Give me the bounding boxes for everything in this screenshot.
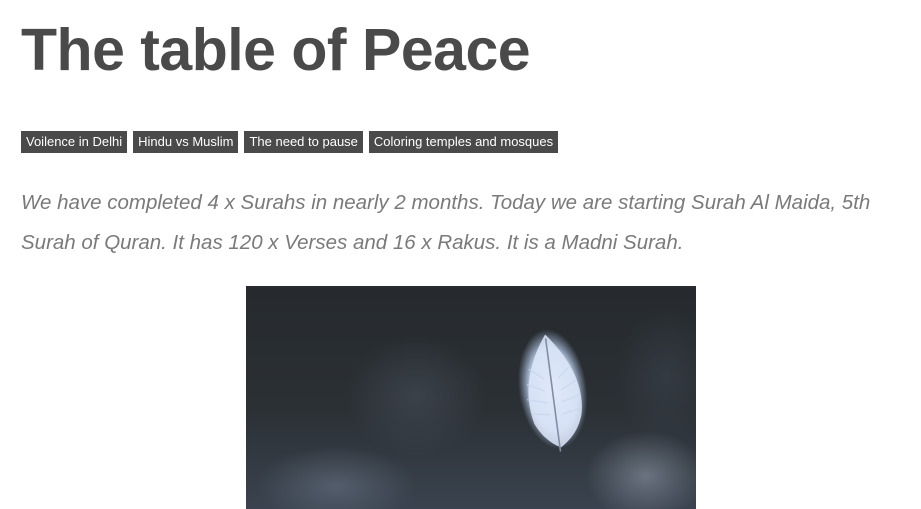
tag-list: Voilence in Delhi Hindu vs Muslim The ne…: [21, 131, 559, 153]
tag-hindu-vs-muslim[interactable]: Hindu vs Muslim: [133, 131, 239, 153]
tag-violence-in-delhi[interactable]: Voilence in Delhi: [21, 131, 128, 153]
tag-the-need-to-pause[interactable]: The need to pause: [244, 131, 363, 153]
tag-coloring-temples-and-mosques[interactable]: Coloring temples and mosques: [368, 131, 559, 153]
hero-image-feather: [246, 286, 696, 509]
intro-paragraph: We have completed 4 x Surahs in nearly 2…: [21, 191, 871, 254]
page-title: The table of Peace: [21, 17, 531, 83]
feather-icon: [518, 329, 588, 452]
